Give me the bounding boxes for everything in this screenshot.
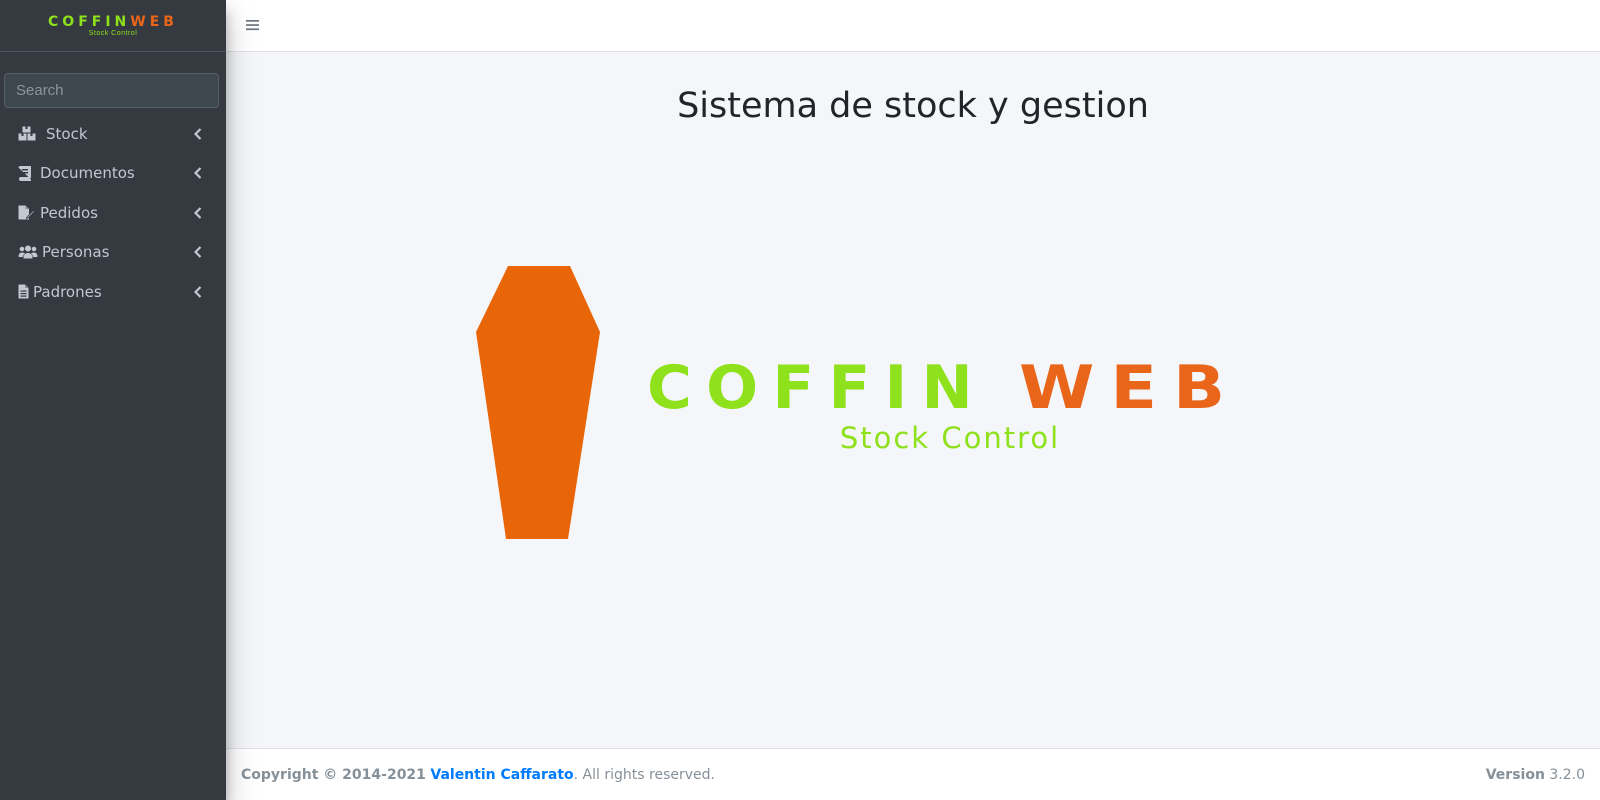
author-link[interactable]: Valentin Caffarato — [430, 767, 573, 783]
users-icon — [18, 245, 40, 259]
file-alt-icon — [18, 284, 33, 299]
sidebar-search — [4, 73, 219, 108]
version-value: 3.2.0 — [1549, 766, 1585, 783]
chevron-left-icon — [192, 167, 204, 180]
top-navbar — [226, 0, 1600, 52]
sidebar-nav: Stock Documentos Pedidos Personas Padron… — [0, 114, 226, 312]
sidebar-item-personas[interactable]: Personas — [0, 233, 226, 273]
sidebar-item-label: Stock — [46, 124, 88, 143]
brand-subtitle: Stock Control — [88, 30, 138, 37]
hamburger-icon — [246, 20, 259, 31]
footer: Copyright © 2014-2021 Valentin Caffarato… — [226, 748, 1600, 800]
brand-name-part2: WEB — [130, 14, 178, 30]
menu-toggle-button[interactable] — [245, 17, 261, 33]
footer-version: Version 3.2.0 — [1486, 767, 1585, 783]
boxes-icon — [18, 126, 40, 141]
sidebar-item-stock[interactable]: Stock — [0, 114, 226, 154]
brand-name: COFFINWEB — [48, 15, 178, 29]
logo-subtitle: Stock Control — [840, 421, 1060, 455]
copyright-text: Copyright © 2014-2021 — [241, 766, 426, 783]
file-signature-icon — [18, 205, 40, 220]
sidebar-item-label: Personas — [42, 243, 110, 262]
brand-logo[interactable]: COFFINWEB Stock Control — [0, 0, 226, 52]
sidebar: COFFINWEB Stock Control Stock Documentos — [0, 0, 226, 800]
coffin-icon — [476, 266, 600, 539]
sidebar-item-documentos[interactable]: Documentos — [0, 154, 226, 194]
rights-text: . All rights reserved. — [573, 766, 715, 783]
chevron-left-icon — [192, 285, 204, 298]
coffinweb-logo: COFFIN WEB Stock Control — [476, 266, 1241, 539]
sidebar-item-label: Documentos — [40, 164, 135, 183]
chevron-left-icon — [192, 127, 204, 140]
sidebar-item-label: Pedidos — [40, 203, 98, 222]
chevron-left-icon — [192, 206, 204, 219]
logo-name-part1: COFFIN — [647, 353, 987, 423]
sidebar-item-label: Padrones — [33, 282, 102, 301]
sidebar-item-pedidos[interactable]: Pedidos — [0, 193, 226, 233]
footer-copyright: Copyright © 2014-2021 Valentin Caffarato… — [241, 767, 715, 783]
book-icon — [18, 165, 40, 181]
version-label: Version — [1485, 766, 1545, 783]
logo-name-part2: WEB — [1019, 353, 1241, 423]
brand-name-part1: COFFIN — [48, 14, 131, 30]
sidebar-item-padrones[interactable]: Padrones — [0, 272, 226, 312]
main-content: Sistema de stock y gestion COFFIN WEB St… — [226, 52, 1600, 748]
chevron-left-icon — [192, 246, 204, 259]
search-input[interactable] — [5, 74, 218, 107]
